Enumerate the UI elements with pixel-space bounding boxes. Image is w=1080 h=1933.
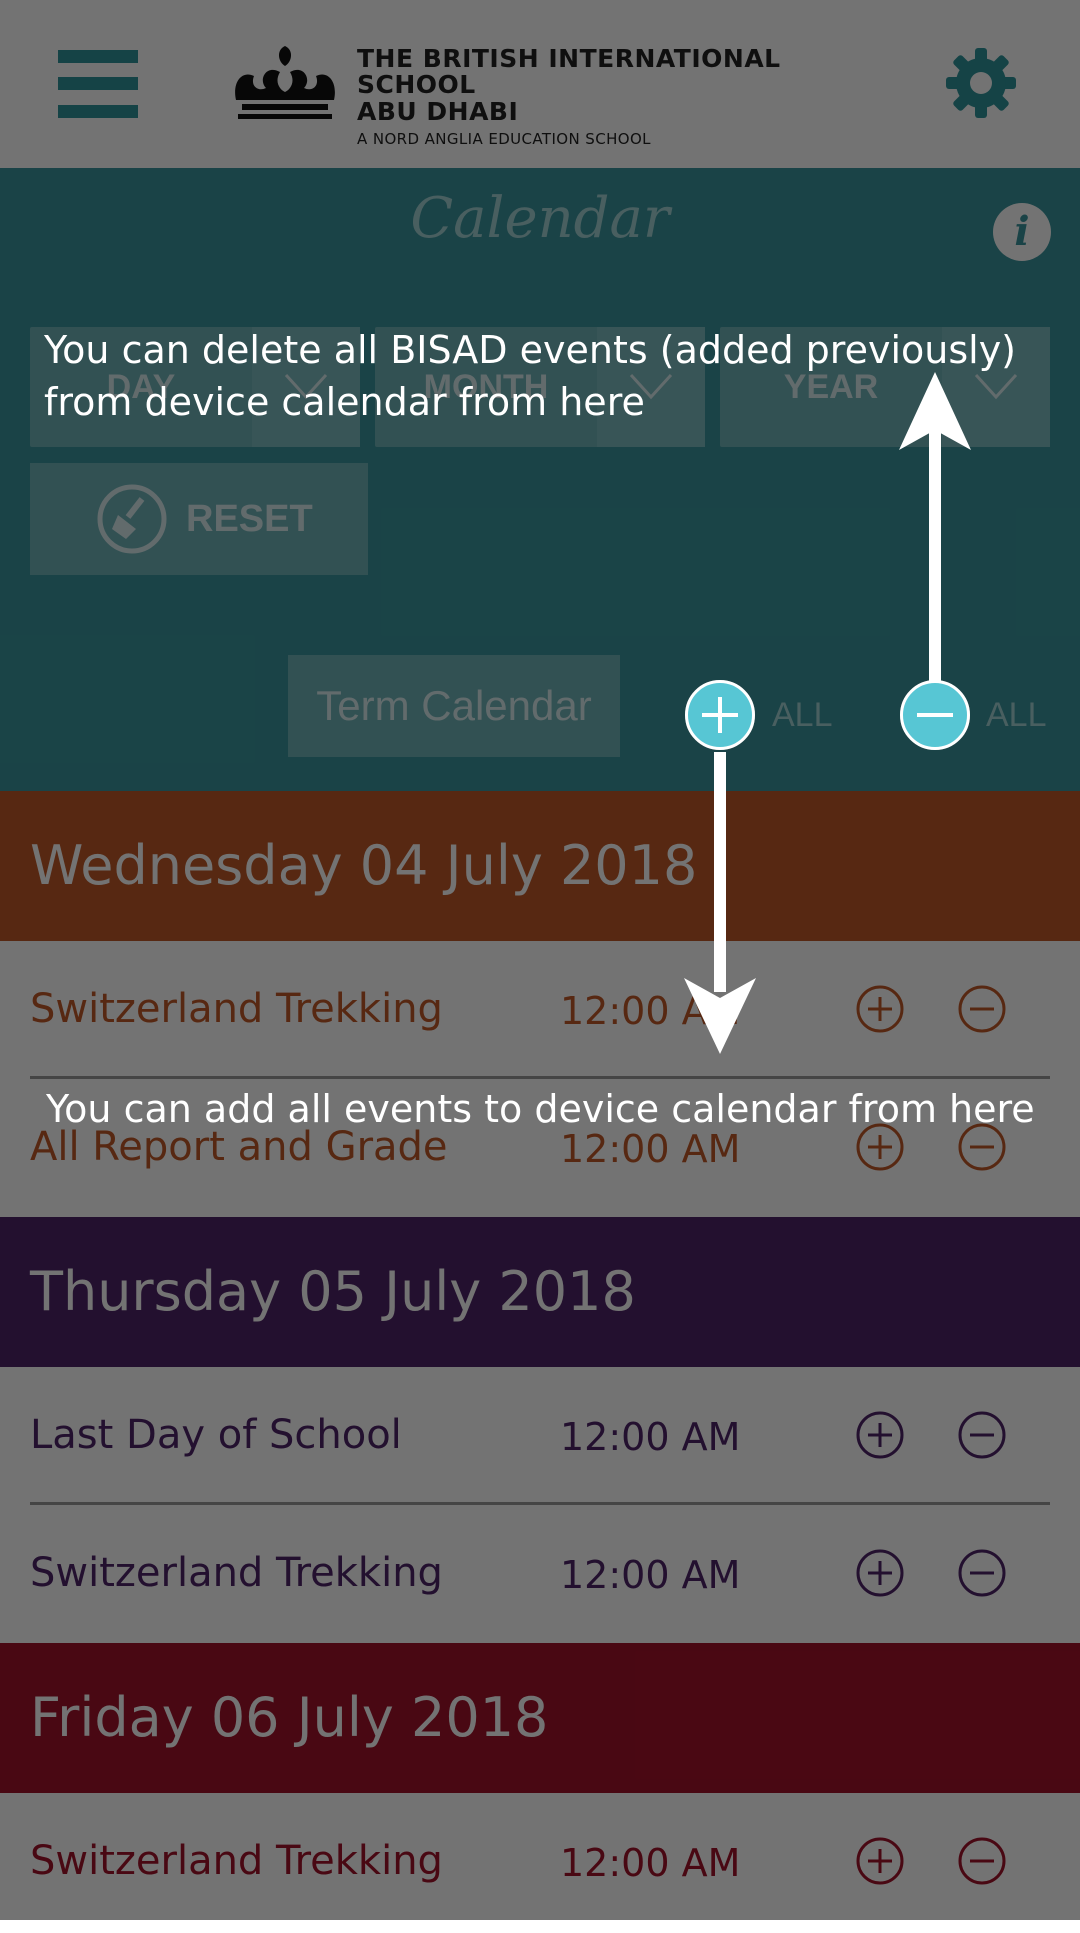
hamburger-icon[interactable] [58,50,138,118]
day-date: Wednesday 04 July 2018 [30,834,698,897]
event-time: 12:00 AM [560,1553,741,1597]
broom-icon [97,484,167,554]
day-header: Thursday 05 July 2018 [0,1217,1080,1367]
add-event-icon[interactable] [856,1549,904,1597]
delete-tip-line1: You can delete all BISAD events (added p… [44,328,1017,372]
day-header: Friday 06 July 2018 [0,1643,1080,1793]
delete-tip-line2: from device calendar from here [44,380,645,424]
event-title: Switzerland Trekking [30,1838,443,1884]
app-header: THE BRITISH INTERNATIONAL SCHOOL ABU DHA… [0,0,1080,168]
event-row[interactable]: Last Day of School 12:00 AM [0,1367,1080,1503]
plus-icon [702,697,738,733]
gear-icon[interactable] [944,46,1018,120]
school-logo-text: THE BRITISH INTERNATIONAL SCHOOL ABU DHA… [357,46,877,152]
logo-line2: ABU DHABI [357,97,519,126]
remove-event-icon[interactable] [958,1837,1006,1885]
info-icon[interactable]: i [993,203,1051,261]
event-time: 12:00 AM [560,1841,741,1885]
tutorial-arrow-down-icon [684,752,756,1054]
add-all-tip: You can add all events to device calenda… [46,1087,1035,1131]
school-crest-icon [235,46,335,119]
event-time: 12:00 AM [560,1415,741,1459]
event-title: Last Day of School [30,1412,402,1458]
logo-line3: A NORD ANGLIA EDUCATION SCHOOL [357,130,651,148]
add-event-icon[interactable] [856,1837,904,1885]
remove-all-label: ALL [986,696,1047,734]
remove-event-icon[interactable] [958,985,1006,1033]
term-calendar-button[interactable]: Term Calendar [288,655,620,757]
event-row[interactable]: Switzerland Trekking 12:00 AM [0,941,1080,1077]
event-row[interactable]: Switzerland Trekking 12:00 AM [0,1505,1080,1641]
day-date: Friday 06 July 2018 [30,1686,549,1749]
delete-all-tip: You can delete all BISAD events (added p… [44,324,1016,428]
add-event-icon[interactable] [856,985,904,1033]
remove-event-icon[interactable] [958,1549,1006,1597]
add-all-label: ALL [772,696,833,734]
logo-line1: THE BRITISH INTERNATIONAL SCHOOL [357,44,781,99]
remove-event-icon[interactable] [958,1411,1006,1459]
day-date: Thursday 05 July 2018 [30,1260,636,1323]
page-title: Calendar [410,186,670,251]
highlighted-add-all-button[interactable] [685,680,755,750]
event-row[interactable]: Switzerland Trekking 12:00 AM [0,1793,1080,1929]
event-title: Switzerland Trekking [30,1550,443,1596]
day-header: Wednesday 04 July 2018 [0,791,1080,941]
minus-icon [917,713,953,717]
reset-label: RESET [186,498,313,540]
highlighted-remove-all-button[interactable] [900,680,970,750]
event-title: Switzerland Trekking [30,986,443,1032]
reset-button[interactable]: RESET [30,463,368,575]
add-event-icon[interactable] [856,1411,904,1459]
